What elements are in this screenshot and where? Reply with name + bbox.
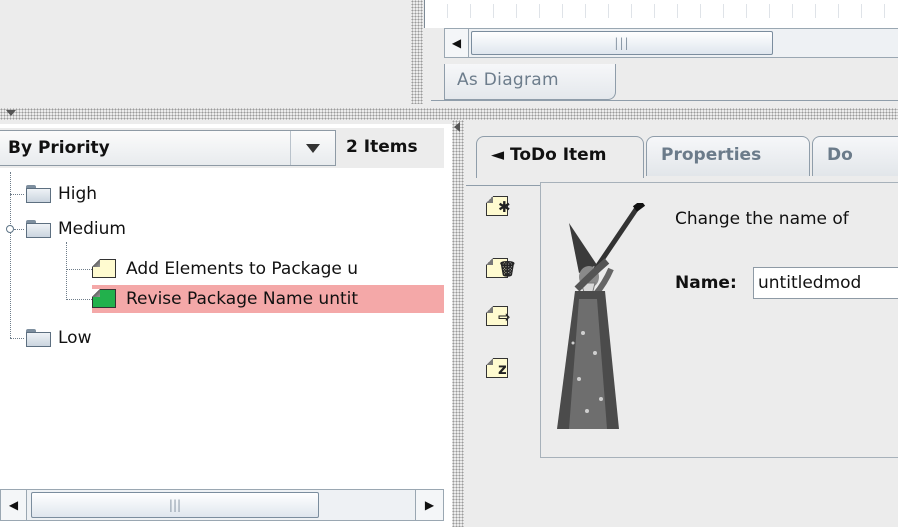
vertical-divider[interactable] — [411, 0, 423, 104]
name-label: Name: — [675, 273, 737, 293]
todo-tree[interactable]: High Medium Add Elements to Package u Re… — [0, 172, 444, 484]
folder-icon — [26, 329, 52, 347]
tab-properties[interactable]: Properties — [646, 136, 810, 176]
tree-horizontal-scrollbar[interactable]: ◀ ||| ▶ — [0, 489, 444, 521]
diagram-horizontal-scrollbar[interactable]: ◀ ||| — [444, 28, 898, 58]
tree-line — [66, 299, 92, 300]
tree-node-label: Low — [58, 328, 92, 348]
tree-line — [10, 338, 24, 339]
tree-line — [10, 194, 24, 195]
tree-line — [10, 172, 11, 338]
todo-note-icon — [92, 259, 118, 279]
tab-todo-item[interactable]: ◄ ToDo Item — [476, 136, 644, 178]
tree-item-revise-name[interactable]: Revise Package Name untit — [92, 285, 444, 313]
tab-strip-border — [431, 100, 898, 101]
scroll-thumb[interactable]: ||| — [31, 492, 319, 518]
diagram-grid — [425, 4, 898, 18]
tree-node-label: High — [58, 184, 98, 204]
tree-item-label: Add Elements to Package u — [126, 259, 359, 279]
perspective-dropdown[interactable]: By Priority — [0, 130, 336, 166]
scroll-left-arrow-icon[interactable]: ◀ — [1, 490, 27, 520]
forward-todo-icon[interactable]: ⇨ — [486, 304, 516, 330]
tree-node-high[interactable]: High — [26, 180, 97, 208]
collapse-arrow-icon[interactable] — [6, 110, 16, 116]
new-todo-icon[interactable]: ✱ — [486, 194, 516, 220]
tab-documentation[interactable]: Do — [812, 136, 898, 176]
vertical-splitter[interactable] — [452, 120, 464, 527]
snooze-todo-icon[interactable]: z — [486, 356, 516, 382]
scroll-right-arrow-icon[interactable]: ▶ — [415, 490, 443, 520]
details-tab-bar: ◄ ToDo Item Properties Do — [466, 130, 898, 186]
todo-action-toolbar: ✱ 🗑 ⇨ z — [480, 182, 536, 472]
tab-as-diagram[interactable]: As Diagram — [444, 64, 616, 100]
tree-node-medium[interactable]: Medium — [26, 215, 126, 243]
tree-line — [66, 269, 92, 270]
tree-line — [66, 242, 67, 298]
perspective-selected: By Priority — [8, 138, 110, 158]
diagram-canvas[interactable] — [424, 0, 898, 28]
delete-todo-icon[interactable]: 🗑 — [486, 256, 517, 282]
tree-item-label: Revise Package Name untit — [126, 289, 359, 309]
folder-icon — [26, 185, 52, 203]
expand-handle-icon[interactable] — [6, 225, 14, 233]
empty-pane — [0, 0, 418, 104]
horizontal-splitter[interactable] — [0, 108, 898, 120]
scroll-left-arrow-icon[interactable]: ◀ — [445, 29, 469, 57]
tree-item-add-elements[interactable]: Add Elements to Package u — [92, 255, 358, 283]
item-count-label: 2 Items — [346, 137, 418, 157]
collapse-left-arrow-icon[interactable] — [454, 122, 460, 132]
wizard-panel: Change the name of Name: — [540, 182, 898, 458]
dropdown-arrow-icon[interactable] — [290, 131, 334, 165]
details-pane: ◄ ToDo Item Properties Do ✱ 🗑 ⇨ z Change… — [466, 120, 898, 527]
tree-line — [14, 229, 24, 230]
wizard-icon — [557, 203, 646, 429]
scroll-thumb[interactable]: ||| — [471, 31, 773, 55]
name-input[interactable] — [753, 267, 898, 299]
todo-note-resolved-icon — [92, 289, 118, 309]
tree-node-low[interactable]: Low — [26, 324, 91, 352]
folder-icon — [26, 220, 52, 238]
tree-node-label: Medium — [58, 219, 126, 239]
wizard-message: Change the name of — [675, 209, 849, 229]
